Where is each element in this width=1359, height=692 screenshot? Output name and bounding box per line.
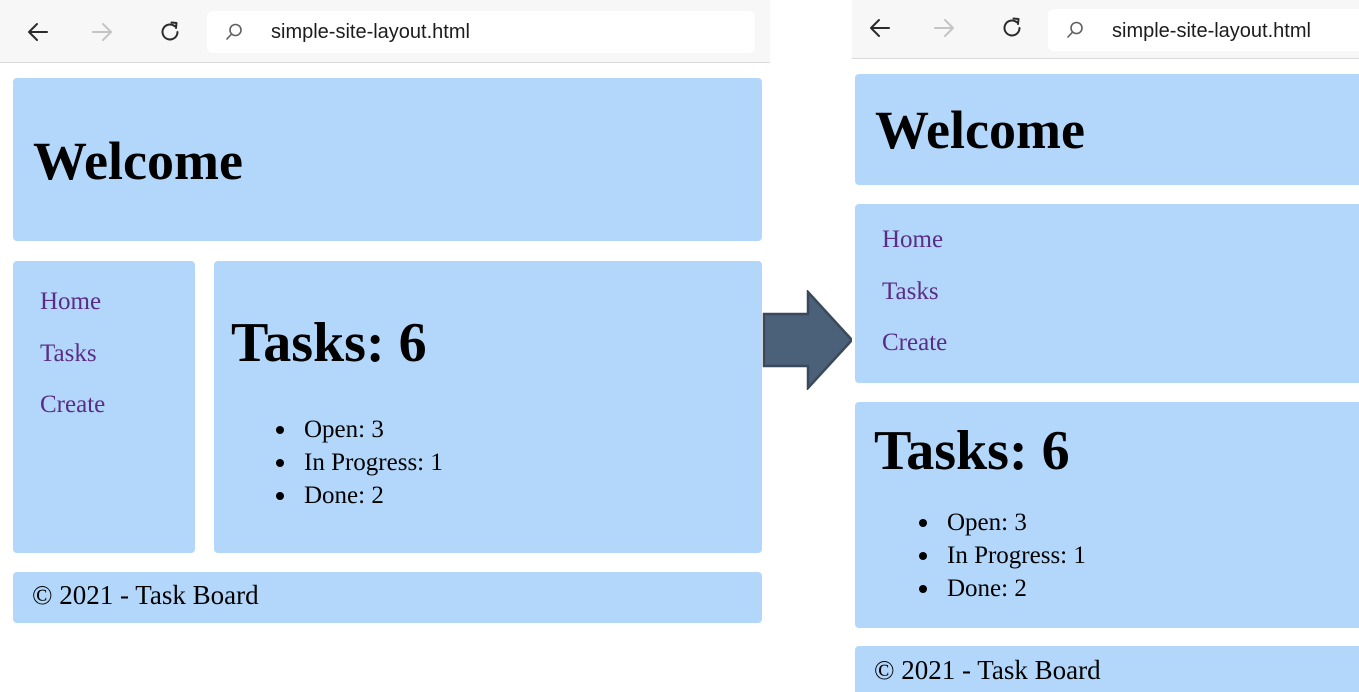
nav-box: Home Tasks Create [13, 261, 195, 553]
list-item: Done: 2 [917, 572, 1086, 605]
nav-link-tasks[interactable]: Tasks [882, 278, 939, 306]
arrow-left-icon [870, 19, 890, 37]
nav-box: Home Tasks Create [855, 204, 1359, 383]
page-title: Welcome [875, 100, 1085, 160]
header-box: Welcome [855, 74, 1359, 185]
nav-link-home[interactable]: Home [40, 288, 101, 316]
search-icon [226, 23, 242, 40]
right-arrow-icon [762, 290, 854, 390]
bullet-icon [276, 492, 284, 500]
browser-window-wide: simple-site-layout.html Welcome Home Tas… [0, 0, 770, 692]
nav-link-create[interactable]: Create [882, 329, 947, 357]
bullet-icon [919, 552, 927, 560]
footer-box: © 2021 - Task Board [855, 646, 1359, 692]
search-icon [1067, 21, 1083, 38]
arrow-left-icon [28, 23, 48, 41]
screenshot-root: simple-site-layout.html Welcome Home Tas… [0, 0, 1359, 692]
back-button[interactable] [24, 18, 52, 46]
task-item-in-progress: In Progress: 1 [304, 449, 443, 476]
tasks-heading: Tasks: 6 [231, 312, 427, 374]
bullet-icon [276, 459, 284, 467]
reload-button[interactable] [998, 14, 1026, 42]
reload-icon [1003, 17, 1021, 37]
forward-button[interactable] [88, 18, 116, 46]
nav-link-create[interactable]: Create [40, 391, 105, 419]
forward-button[interactable] [930, 14, 958, 42]
task-item-open: Open: 3 [304, 416, 384, 443]
tasks-heading: Tasks: 6 [874, 420, 1070, 482]
main-content-box: Tasks: 6 Open: 3 In Progress: 1 Done: 2 [855, 402, 1359, 628]
address-text: simple-site-layout.html [1112, 20, 1311, 42]
list-item: Open: 3 [274, 413, 443, 446]
arrow-right-icon [92, 23, 112, 41]
task-list: Open: 3 In Progress: 1 Done: 2 [274, 413, 443, 512]
bullet-icon [919, 585, 927, 593]
back-button[interactable] [866, 14, 894, 42]
footer-text: © 2021 - Task Board [32, 580, 259, 610]
address-bar[interactable]: simple-site-layout.html [207, 11, 755, 53]
reload-icon [161, 21, 179, 41]
page-title: Welcome [33, 131, 243, 191]
address-bar[interactable]: simple-site-layout.html [1048, 9, 1359, 51]
task-item-in-progress: In Progress: 1 [947, 542, 1086, 569]
nav-link-home[interactable]: Home [882, 226, 943, 254]
task-item-done: Done: 2 [947, 575, 1027, 602]
arrow-right-icon [934, 19, 954, 37]
bullet-icon [919, 519, 927, 527]
footer-text: © 2021 - Task Board [874, 655, 1101, 685]
list-item: Done: 2 [274, 479, 443, 512]
main-content-box: Tasks: 6 Open: 3 In Progress: 1 Done: 2 [214, 261, 762, 553]
task-item-open: Open: 3 [947, 509, 1027, 536]
browser-window-narrow: simple-site-layout.html Welcome Home Tas… [852, 0, 1359, 692]
reload-button[interactable] [156, 18, 184, 46]
list-item: In Progress: 1 [917, 539, 1086, 572]
header-box: Welcome [13, 78, 762, 241]
nav-link-tasks[interactable]: Tasks [40, 340, 97, 368]
list-item: Open: 3 [917, 506, 1086, 539]
footer-box: © 2021 - Task Board [13, 572, 762, 623]
page-viewport: Welcome Home Tasks Create Tasks: 6 Open:… [852, 59, 1359, 692]
browser-toolbar: simple-site-layout.html [0, 0, 770, 63]
bullet-icon [276, 426, 284, 434]
task-list: Open: 3 In Progress: 1 Done: 2 [917, 506, 1086, 605]
task-item-done: Done: 2 [304, 482, 384, 509]
address-text: simple-site-layout.html [271, 21, 470, 43]
page-viewport: Welcome Home Tasks Create Tasks: 6 Open:… [0, 63, 770, 692]
browser-toolbar: simple-site-layout.html [852, 0, 1359, 59]
list-item: In Progress: 1 [274, 446, 443, 479]
